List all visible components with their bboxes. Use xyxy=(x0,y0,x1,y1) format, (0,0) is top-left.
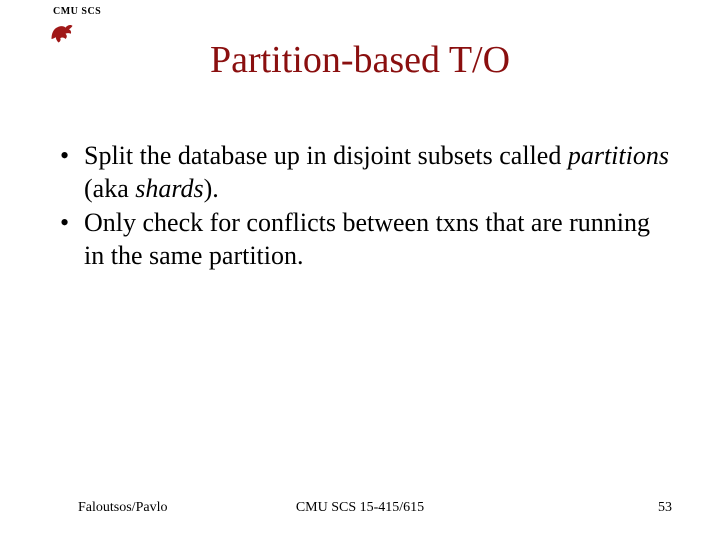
bullet-text: Split the database up in disjoint subset… xyxy=(84,141,568,170)
footer-course: CMU SCS 15-415/615 xyxy=(0,500,720,516)
bullet-text: (aka xyxy=(84,174,135,203)
slide-body: Split the database up in disjoint subset… xyxy=(56,140,672,274)
bullet-item: Split the database up in disjoint subset… xyxy=(56,140,672,205)
bullet-text: Only check for conflicts between txns th… xyxy=(84,208,650,270)
bullet-text: ). xyxy=(204,174,219,203)
bullet-italic: shards xyxy=(135,174,203,203)
bullet-item: Only check for conflicts between txns th… xyxy=(56,207,672,272)
slide-title: Partition-based T/O xyxy=(0,38,720,82)
footer-page-number: 53 xyxy=(658,500,672,516)
slide-footer: Faloutsos/Pavlo CMU SCS 15-415/615 53 xyxy=(0,500,720,520)
bullet-italic: partitions xyxy=(568,141,669,170)
org-label: CMU SCS xyxy=(53,6,101,17)
